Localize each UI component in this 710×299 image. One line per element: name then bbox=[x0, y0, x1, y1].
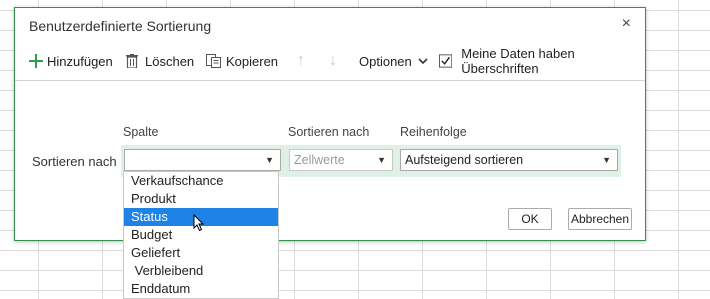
headers-checkbox-item[interactable]: Meine Daten haben Überschriften bbox=[439, 46, 645, 76]
column-dropdown-list: Verkaufschance Produkt Status Budget Gel… bbox=[123, 171, 279, 299]
toolbar: Hinzufügen Löschen Kopieren ↑ ↓ Optionen… bbox=[15, 46, 645, 76]
dialog-title: Benutzerdefinierte Sortierung bbox=[29, 18, 212, 34]
checkbox-checked-icon[interactable] bbox=[439, 54, 453, 68]
dropdown-option[interactable]: Enddatum bbox=[124, 280, 278, 298]
copy-level-button[interactable]: Kopieren bbox=[206, 48, 278, 74]
add-level-button[interactable]: Hinzufügen bbox=[29, 48, 113, 74]
dropdown-option[interactable]: Geliefert bbox=[124, 244, 278, 262]
column-select[interactable]: ▼ bbox=[124, 149, 281, 171]
delete-level-button[interactable]: Löschen bbox=[126, 48, 194, 74]
options-label: Optionen bbox=[359, 53, 412, 69]
sort-on-select-value: Zellwerte bbox=[294, 153, 345, 167]
chevron-down-icon bbox=[418, 57, 428, 64]
order-select[interactable]: Aufsteigend sortieren ▼ bbox=[400, 149, 618, 171]
close-icon[interactable]: × bbox=[622, 15, 631, 33]
headers-checkbox-label: Meine Daten haben Überschriften bbox=[461, 46, 575, 76]
sort-by-row-label: Sortieren nach bbox=[32, 154, 117, 169]
options-dropdown-button[interactable]: Optionen bbox=[359, 48, 428, 74]
order-select-value: Aufsteigend sortieren bbox=[405, 153, 524, 167]
cancel-button[interactable]: Abbrechen bbox=[568, 208, 632, 230]
sort-on-select[interactable]: Zellwerte ▼ bbox=[289, 149, 393, 171]
dropdown-option[interactable]: Produkt bbox=[124, 190, 278, 208]
order-header: Reihenfolge bbox=[400, 125, 467, 139]
dropdown-arrow-icon: ▼ bbox=[377, 155, 386, 165]
plus-icon bbox=[29, 54, 43, 68]
trash-icon bbox=[126, 54, 138, 68]
column-header: Spalte bbox=[123, 125, 159, 139]
move-up-icon[interactable]: ↑ bbox=[297, 48, 305, 74]
delete-level-label: Löschen bbox=[145, 53, 195, 69]
dropdown-arrow-icon: ▼ bbox=[602, 155, 611, 165]
dropdown-option[interactable]: Verkaufschance bbox=[124, 172, 278, 190]
mouse-pointer-icon bbox=[193, 214, 205, 232]
copy-icon bbox=[206, 54, 221, 68]
dropdown-arrow-icon: ▼ bbox=[265, 155, 274, 165]
ok-button[interactable]: OK bbox=[508, 208, 552, 230]
add-level-label: Hinzufügen bbox=[47, 53, 113, 69]
toolbar-divider bbox=[15, 80, 645, 81]
dropdown-option[interactable]: Verbleibend bbox=[124, 262, 278, 280]
copy-level-label: Kopieren bbox=[226, 53, 279, 69]
custom-sort-dialog: Benutzerdefinierte Sortierung × Hinzufüg… bbox=[14, 7, 646, 241]
move-down-icon[interactable]: ↓ bbox=[329, 48, 337, 74]
sort-on-header: Sortieren nach bbox=[288, 125, 370, 139]
